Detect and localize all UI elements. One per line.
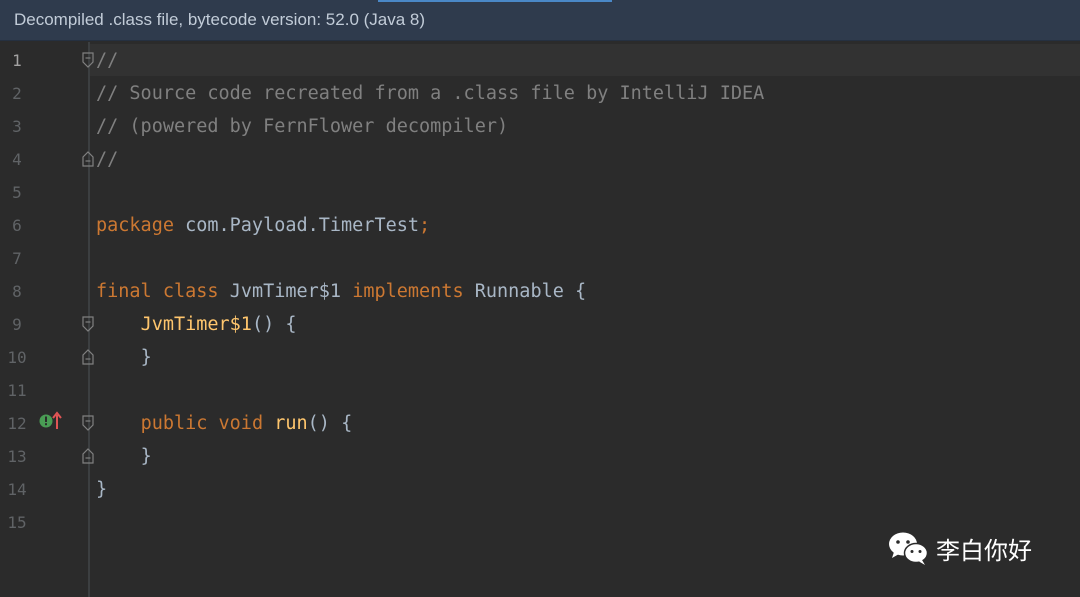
- fold-end-icon[interactable]: [80, 348, 96, 366]
- keyword: implements: [352, 281, 464, 302]
- line-number[interactable]: 11: [0, 374, 34, 407]
- line-number[interactable]: 12: [0, 407, 34, 440]
- keyword: void: [218, 413, 264, 434]
- code-line-4[interactable]: //: [96, 143, 118, 176]
- line-number[interactable]: 3: [0, 110, 34, 143]
- line-number[interactable]: 15: [0, 506, 34, 539]
- fold-end-icon[interactable]: [80, 150, 96, 168]
- line-number[interactable]: 14: [0, 473, 34, 506]
- class-name: JvmTimer$1: [229, 281, 342, 302]
- wechat-icon: [889, 532, 929, 565]
- line-number[interactable]: 1: [0, 44, 34, 77]
- code-line-3[interactable]: // (powered by FernFlower decompiler): [96, 110, 508, 143]
- code-line-9[interactable]: JvmTimer$1() {: [96, 308, 297, 341]
- line-number[interactable]: 7: [0, 242, 34, 275]
- line-number[interactable]: 2: [0, 77, 34, 110]
- banner-text: Decompiled .class file, bytecode version…: [14, 10, 426, 29]
- ide-window: Decompiled .class file, bytecode version…: [0, 0, 1080, 597]
- package-name: com.Payload.TimerTest: [173, 215, 420, 236]
- code-line-13[interactable]: }: [96, 440, 152, 473]
- fold-end-icon[interactable]: [80, 447, 96, 465]
- keyword: public: [140, 413, 208, 434]
- fold-collapse-icon[interactable]: [80, 51, 96, 69]
- implements-method-icon[interactable]: [38, 410, 64, 432]
- code-line-10[interactable]: }: [96, 341, 152, 374]
- code-line-14[interactable]: }: [96, 473, 107, 506]
- code-line-12[interactable]: public void run() {: [96, 407, 353, 440]
- line-number[interactable]: 6: [0, 209, 34, 242]
- closing-brace: }: [140, 446, 152, 467]
- constructor-name: JvmTimer$1: [140, 314, 252, 335]
- line-number[interactable]: 4: [0, 143, 34, 176]
- code-punct: () {: [307, 413, 353, 434]
- current-line-highlight: [0, 44, 1080, 76]
- fold-collapse-icon[interactable]: [80, 315, 96, 333]
- fold-collapse-icon[interactable]: [80, 414, 96, 432]
- line-number[interactable]: 10: [0, 341, 34, 374]
- line-number[interactable]: 9: [0, 308, 34, 341]
- closing-brace: }: [140, 347, 152, 368]
- watermark-text: 李白你好: [936, 536, 1032, 565]
- keyword: package: [96, 215, 174, 236]
- active-tab-indicator: [378, 0, 612, 2]
- semicolon: ;: [419, 215, 431, 236]
- code-line-2[interactable]: // Source code recreated from a .class f…: [96, 77, 764, 110]
- code-punct: () {: [251, 314, 297, 335]
- keyword: final: [96, 281, 152, 302]
- line-number[interactable]: 8: [0, 275, 34, 308]
- line-number[interactable]: 13: [0, 440, 34, 473]
- keyword: class: [162, 281, 219, 302]
- line-number[interactable]: 5: [0, 176, 34, 209]
- code-line-8[interactable]: final class JvmTimer$1 implements Runnab…: [96, 275, 586, 308]
- decompiled-banner: Decompiled .class file, bytecode version…: [0, 0, 1080, 41]
- code-line-6[interactable]: package com.Payload.TimerTest;: [96, 209, 430, 242]
- code-line-1[interactable]: //: [96, 44, 118, 77]
- closing-brace: }: [96, 479, 108, 500]
- interface-name: Runnable {: [474, 281, 587, 302]
- method-name: run: [274, 413, 308, 434]
- watermark: 李白你好: [886, 528, 1032, 568]
